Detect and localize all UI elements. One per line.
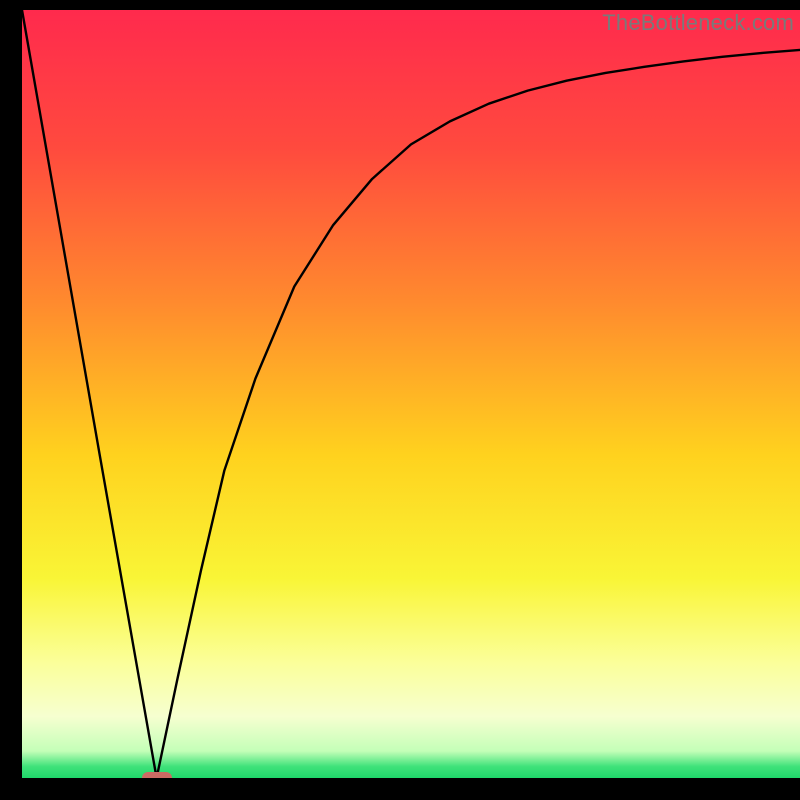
frame-border-top	[0, 0, 800, 10]
chart-frame: TheBottleneck.com	[0, 0, 800, 800]
watermark-text: TheBottleneck.com	[602, 10, 794, 36]
frame-border-left	[0, 0, 22, 800]
frame-border-bottom	[0, 778, 800, 800]
optimal-point-marker	[142, 772, 172, 778]
plot-area	[22, 10, 800, 778]
bottleneck-curve	[22, 10, 800, 778]
